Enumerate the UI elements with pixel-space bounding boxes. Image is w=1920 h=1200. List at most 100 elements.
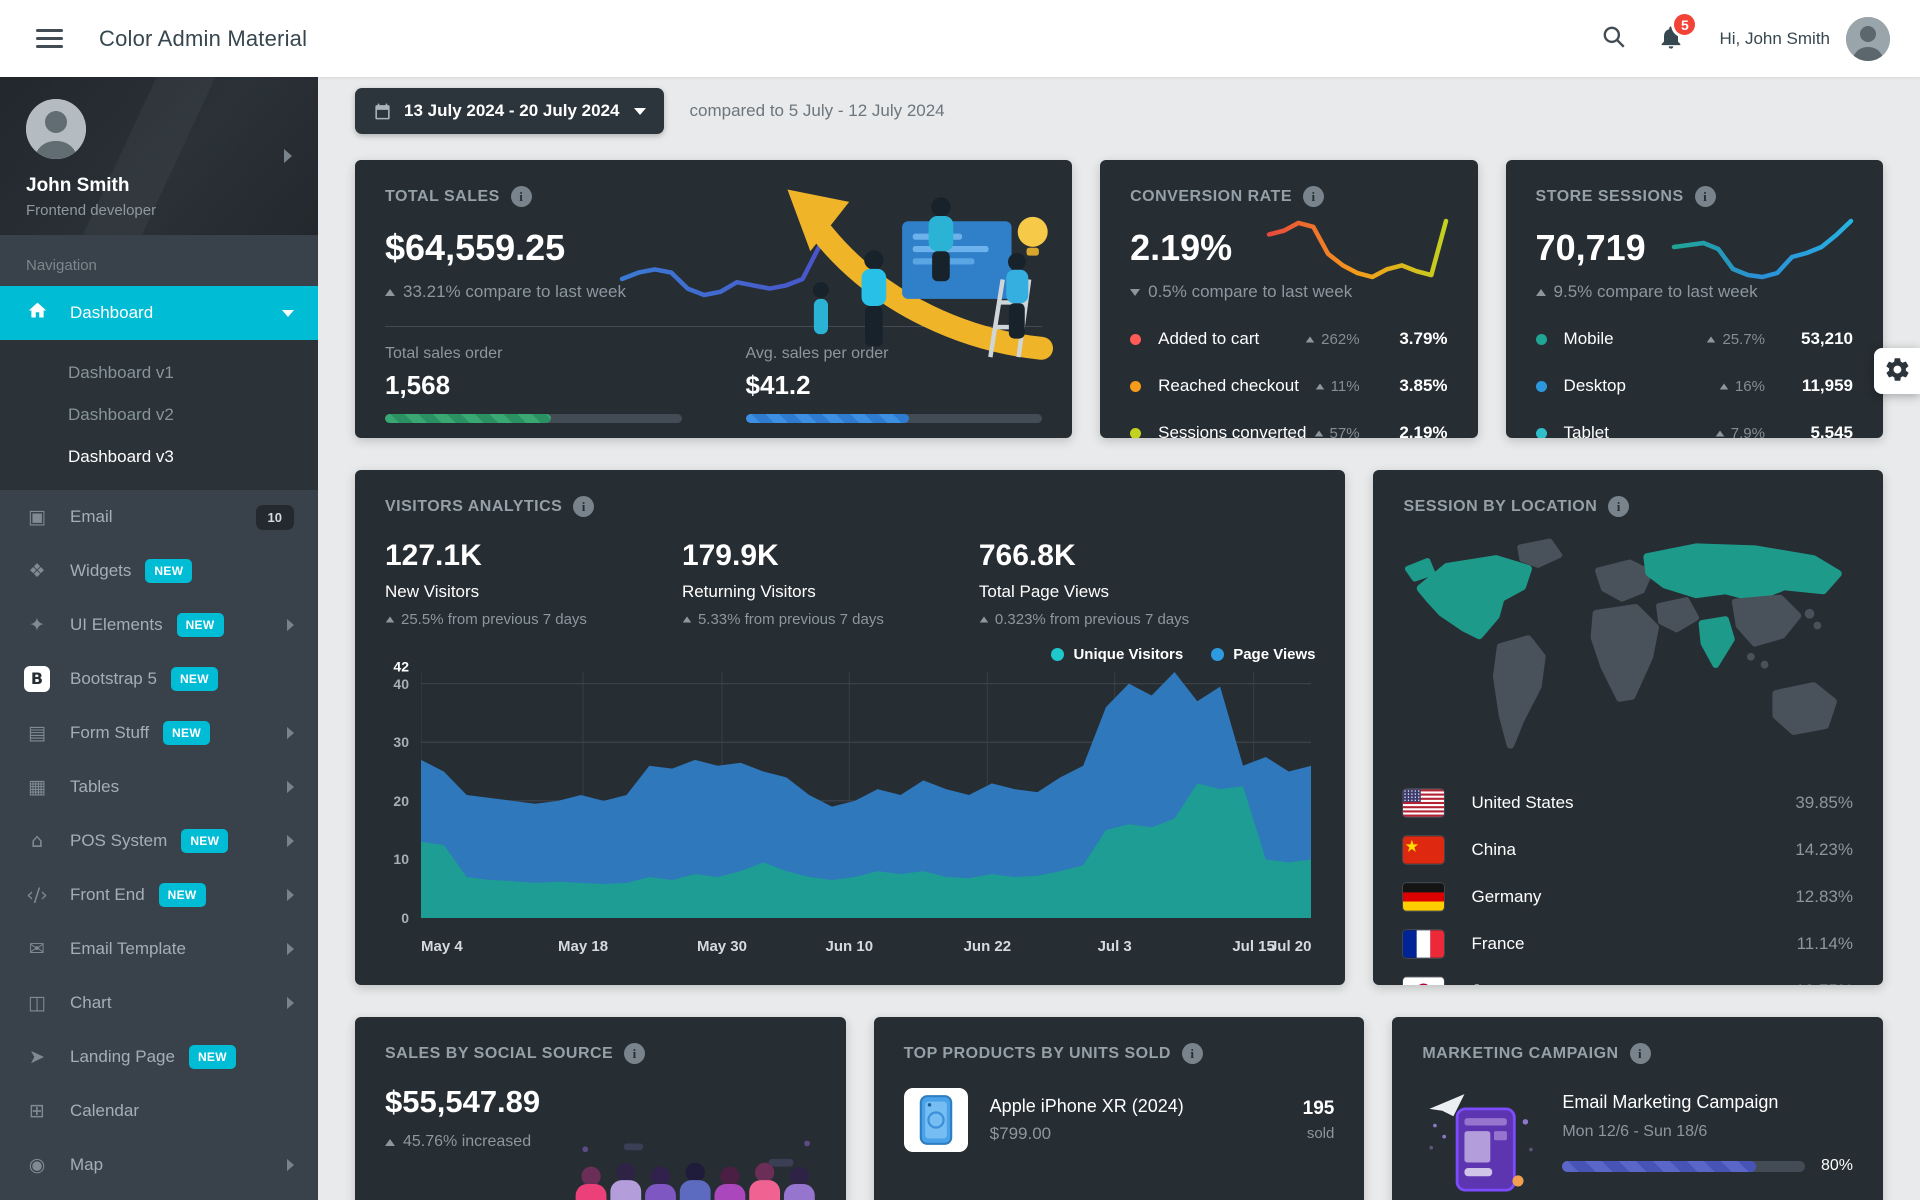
sidebar-subitem-dashboard-v3[interactable]: Dashboard v3 [0, 436, 318, 478]
arrow-up-icon [1720, 383, 1729, 389]
chevron-right-icon [287, 727, 294, 739]
sidebar-subitem-dashboard-v2[interactable]: Dashboard v2 [0, 394, 318, 436]
user-avatar [1846, 17, 1890, 61]
arrow-up-icon [1306, 336, 1315, 342]
visitor-stat-new-visitors: 127.1K New Visitors 25.5% from previous … [385, 539, 587, 628]
sidebar-item-pos-system[interactable]: ⌂ POS System NEW [0, 814, 318, 868]
sidebar-item-calendar[interactable]: ⊞ Calendar [0, 1084, 318, 1138]
chevron-down-icon [634, 108, 646, 115]
visitors-area-chart[interactable]: Unique VisitorsPage Views 01020304042 Ma… [385, 646, 1315, 956]
gem-icon: ✦ [24, 614, 50, 636]
country-row-japan: Japan 10.75% [1403, 977, 1853, 985]
product-image [904, 1088, 968, 1152]
code-icon: ‹/› [24, 884, 50, 906]
new-badge: NEW [177, 613, 224, 637]
new-badge: NEW [181, 829, 228, 853]
notifications-button[interactable]: 5 [1657, 23, 1685, 54]
info-icon[interactable]: i [1630, 1043, 1651, 1064]
arrow-up-icon [386, 617, 395, 623]
info-icon[interactable]: i [624, 1043, 645, 1064]
arrow-up-icon [1314, 430, 1323, 436]
topbar: Color Admin Material 5 Hi, John Smith [0, 0, 1920, 77]
theme-settings-button[interactable] [1874, 348, 1920, 394]
chevron-right-icon [287, 997, 294, 1009]
sidebar-item-form-stuff[interactable]: ▤ Form Stuff NEW [0, 706, 318, 760]
sidebar-item-front-end[interactable]: ‹/› Front End NEW [0, 868, 318, 922]
info-icon[interactable]: i [1182, 1043, 1203, 1064]
chevron-right-icon [287, 781, 294, 793]
total-sales-card: TOTAL SALESi $64,559.25 33.21% compare t… [355, 160, 1072, 438]
sidebar: John Smith Frontend developer Navigation… [0, 77, 318, 1200]
info-icon[interactable]: i [1303, 186, 1324, 207]
area-chart-plot [421, 672, 1311, 918]
sidebar-item-email-template[interactable]: ✉ Email Template [0, 922, 318, 976]
chevron-right-icon [287, 889, 294, 901]
product-name: Apple iPhone XR (2024) [990, 1096, 1184, 1117]
info-icon[interactable]: i [1695, 186, 1716, 207]
arrow-up-icon [385, 289, 395, 296]
sales-stat-total-sales-order: Total sales order 1,568 [385, 345, 682, 423]
new-badge: NEW [189, 1045, 236, 1069]
sidebar-item-ui-elements[interactable]: ✦ UI Elements NEW [0, 598, 318, 652]
chevron-right-icon [287, 835, 294, 847]
sidebar-item-chart[interactable]: ◫ Chart [0, 976, 318, 1030]
search-icon [1601, 24, 1627, 53]
sidebar-item-map[interactable]: ◉ Map [0, 1138, 318, 1192]
series-dot [1130, 334, 1141, 345]
metric-row-reached-checkout: Reached checkout 11% 3.85% [1130, 376, 1447, 396]
search-button[interactable] [1601, 24, 1627, 53]
cn-flag-icon [1403, 836, 1444, 864]
top-products-card: TOP PRODUCTS BY UNITS SOLDi Apple iPhone… [874, 1017, 1365, 1200]
sidebar-profile[interactable]: John Smith Frontend developer [0, 77, 318, 235]
campaign-progress-label: 80% [1821, 1157, 1853, 1175]
sidebar-item-dashboard[interactable]: Dashboard [0, 286, 318, 340]
product-row: Apple iPhone XR (2024) $799.00 195 sold [904, 1088, 1335, 1152]
units-sold-value: 195 [1303, 1098, 1335, 1120]
legend-dot [1211, 648, 1224, 661]
legend-item: Page Views [1211, 646, 1315, 663]
sidebar-nav: ▣ Email 10 ❖ Widgets NEW ✦ UI Elements N… [0, 490, 318, 1200]
metric-row-sessions-converted: Sessions converted 57% 2.19% [1130, 423, 1447, 438]
calendar-icon: ⊞ [24, 1100, 50, 1122]
user-greeting: Hi, John Smith [1719, 29, 1830, 49]
new-badge: NEW [159, 883, 206, 907]
date-range-picker-button[interactable]: 13 July 2024 - 20 July 2024 [355, 88, 664, 134]
info-icon[interactable]: i [573, 496, 594, 517]
metric-row-desktop: Desktop 16% 11,959 [1536, 376, 1853, 396]
inbox-icon: ▣ [24, 506, 50, 528]
file-icon: ▤ [24, 722, 50, 744]
visitor-stat-total-page-views: 766.8K Total Page Views 0.323% from prev… [979, 539, 1189, 628]
arrow-down-icon [1130, 289, 1140, 296]
country-row-germany: Germany 12.83% [1403, 883, 1853, 911]
sidebar-item-email[interactable]: ▣ Email 10 [0, 490, 318, 544]
chart-icon: ◫ [24, 992, 50, 1014]
profile-expand-chevron-icon [284, 149, 292, 163]
sidebar-item-landing-page[interactable]: ➤ Landing Page NEW [0, 1030, 318, 1084]
campaign-dates: Mon 12/6 - Sun 18/6 [1562, 1123, 1853, 1141]
visitors-analytics-card: VISITORS ANALYTICSi 127.1K New Visitors … [355, 470, 1345, 985]
world-map[interactable] [1403, 529, 1853, 765]
store-icon: ⌂ [24, 830, 50, 852]
menu-toggle-button[interactable] [30, 18, 69, 59]
metric-row-mobile: Mobile 25.7% 53,210 [1536, 329, 1853, 349]
email-campaign-illustration [1422, 1082, 1542, 1194]
rocket-icon: ➤ [24, 1046, 50, 1068]
app-brand: Color Admin Material [99, 26, 307, 52]
new-badge: NEW [145, 559, 192, 583]
series-dot [1536, 334, 1547, 345]
info-icon[interactable]: i [1608, 496, 1629, 517]
product-price: $799.00 [990, 1124, 1184, 1144]
series-dot [1536, 428, 1547, 439]
new-badge: NEW [171, 667, 218, 691]
legend-dot [1051, 648, 1064, 661]
metric-row-tablet: Tablet 7.9% 5,545 [1536, 423, 1853, 438]
sidebar-item-tables[interactable]: ▦ Tables [0, 760, 318, 814]
sidebar-item-bootstrap-5[interactable]: B Bootstrap 5 NEW [0, 652, 318, 706]
sidebar-item-widgets[interactable]: ❖ Widgets NEW [0, 544, 318, 598]
sidebar-subitem-dashboard-v1[interactable]: Dashboard v1 [0, 352, 318, 394]
user-menu[interactable]: Hi, John Smith [1719, 17, 1890, 61]
mail-icon: ✉ [24, 938, 50, 960]
home-icon [24, 300, 50, 326]
info-icon[interactable]: i [511, 186, 532, 207]
sidebar-item-gallery[interactable]: ✺ Gallery [0, 1192, 318, 1200]
